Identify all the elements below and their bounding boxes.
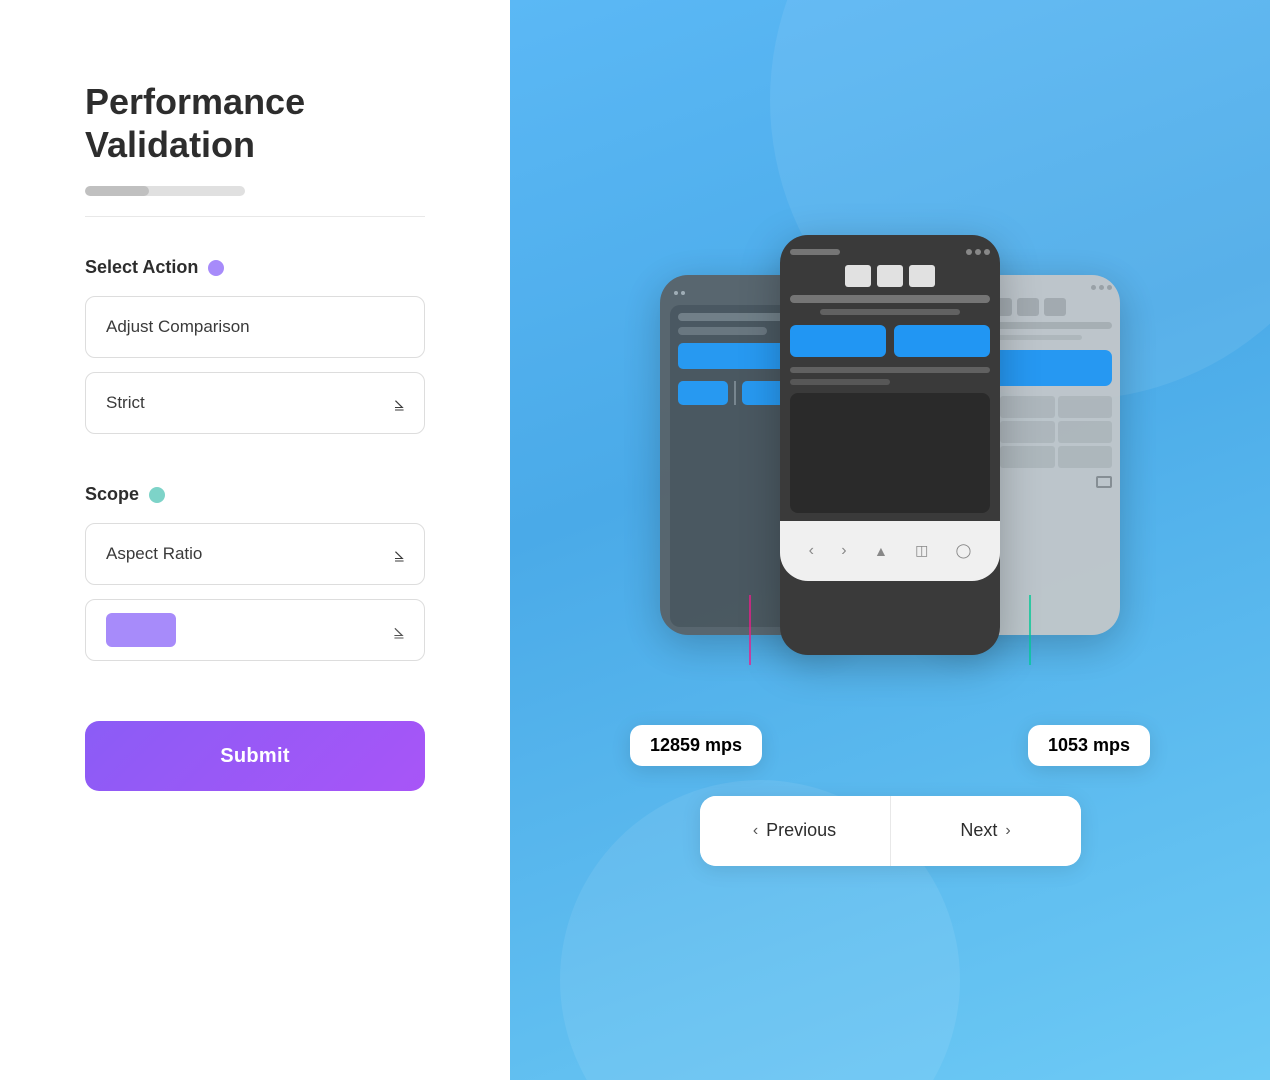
right-panel: ‹ › ▲ ◫ ◯ bbox=[510, 0, 1270, 1080]
metric-right-callout: 1053 mps bbox=[1028, 725, 1150, 766]
scope-dropdown[interactable]: Aspect Ratio ⦥ bbox=[85, 523, 425, 585]
navigation-buttons: ‹ Previous Next › bbox=[700, 796, 1081, 866]
phone-center: ‹ › ▲ ◫ ◯ bbox=[780, 235, 1000, 655]
progress-bar-fill bbox=[85, 186, 149, 196]
next-label: Next bbox=[960, 820, 997, 841]
select-action-dot bbox=[208, 260, 224, 276]
scope-chevron-icon: ⦥ bbox=[394, 544, 404, 564]
metric-callouts: 12859 mps 1053 mps bbox=[630, 725, 1150, 766]
metric-right-value: 1053 mps bbox=[1048, 735, 1130, 755]
phones-illustration: ‹ › ▲ ◫ ◯ bbox=[630, 215, 1150, 695]
submit-button[interactable]: Submit bbox=[85, 721, 425, 791]
mode-chevron-icon: ⦥ bbox=[394, 393, 404, 413]
color-chevron-icon: ⦥ bbox=[394, 620, 404, 641]
select-action-label: Select Action bbox=[85, 257, 425, 278]
scope-section: Scope Aspect Ratio ⦥ ⦥ bbox=[85, 484, 425, 661]
status-dots-left bbox=[674, 291, 685, 295]
next-button[interactable]: Next › bbox=[891, 796, 1081, 866]
next-chevron-icon: › bbox=[1005, 822, 1010, 840]
action-input[interactable]: Adjust Comparison bbox=[85, 296, 425, 358]
progress-bar-container bbox=[85, 186, 245, 196]
previous-label: Previous bbox=[766, 820, 836, 841]
scope-label-text: Scope bbox=[85, 484, 139, 505]
mode-dropdown[interactable]: Strict ⦥ bbox=[85, 372, 425, 434]
color-swatch bbox=[106, 613, 176, 647]
scope-dot bbox=[149, 487, 165, 503]
select-action-text: Select Action bbox=[85, 257, 198, 278]
scope-value: Aspect Ratio bbox=[106, 544, 202, 564]
phone-center-nav: ‹ › ▲ ◫ ◯ bbox=[780, 521, 1000, 581]
divider bbox=[85, 216, 425, 217]
metric-left-callout: 12859 mps bbox=[630, 725, 762, 766]
action-value: Adjust Comparison bbox=[106, 317, 250, 337]
mode-value: Strict bbox=[106, 393, 145, 413]
left-panel: Performance Validation Select Action Adj… bbox=[0, 0, 510, 1080]
page-title: Performance Validation bbox=[85, 80, 425, 166]
metric-left-value: 12859 mps bbox=[650, 735, 742, 755]
scope-label-row: Scope bbox=[85, 484, 425, 505]
previous-chevron-icon: ‹ bbox=[753, 822, 758, 840]
color-swatch-dropdown[interactable]: ⦥ bbox=[85, 599, 425, 661]
previous-button[interactable]: ‹ Previous bbox=[700, 796, 890, 866]
